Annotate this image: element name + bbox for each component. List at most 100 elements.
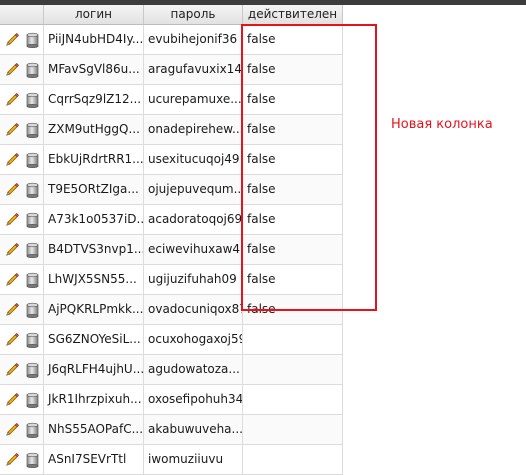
cell-valid[interactable]: false — [243, 145, 343, 174]
cell-valid[interactable]: false — [243, 25, 343, 54]
pencil-icon[interactable] — [2, 385, 22, 414]
cell-login[interactable]: MFavSgVl86u... — [44, 55, 144, 84]
cell-password[interactable]: akabuwuveha... — [144, 415, 243, 444]
pencil-icon[interactable] — [2, 175, 22, 204]
table-row[interactable]: ZXM9utHggQ... onadepirehew... false — [0, 115, 343, 145]
cell-login[interactable]: A73k1o0537iD... — [44, 205, 144, 234]
pencil-icon[interactable] — [2, 25, 22, 54]
cell-valid[interactable] — [243, 355, 343, 384]
pencil-icon[interactable] — [2, 355, 22, 384]
database-delete-icon[interactable] — [22, 55, 42, 84]
cell-valid[interactable]: false — [243, 205, 343, 234]
database-delete-icon[interactable] — [22, 235, 42, 264]
table-row[interactable]: A73k1o0537iD... acadoratoqoj69 false — [0, 205, 343, 235]
table-row[interactable]: LhWJX5SN55... ugijuzifuhah09 false — [0, 265, 343, 295]
cell-password[interactable]: oxosefipohuh34 — [144, 385, 243, 414]
table-row[interactable]: B4DTVS3nvp1... eciwevihuxaw43 false — [0, 235, 343, 265]
cell-login[interactable]: AjPQKRLPmkk... — [44, 295, 144, 324]
database-delete-icon[interactable] — [22, 385, 42, 414]
annotation-new-column: Новая колонка — [391, 117, 493, 132]
cell-valid[interactable]: false — [243, 235, 343, 264]
pencil-icon[interactable] — [2, 235, 22, 264]
cell-login[interactable]: SG6ZNOYeSiL... — [44, 325, 144, 354]
cell-valid[interactable] — [243, 415, 343, 444]
database-delete-icon[interactable] — [22, 355, 42, 384]
pencil-icon[interactable] — [2, 415, 22, 444]
database-delete-icon[interactable] — [22, 325, 42, 354]
header-password[interactable]: пароль — [144, 5, 243, 24]
table-row[interactable]: NhS55AOPafC... akabuwuveha... — [0, 415, 343, 445]
cell-login[interactable]: JkR1Ihrzpixuh... — [44, 385, 144, 414]
cell-valid[interactable]: false — [243, 175, 343, 204]
cell-password[interactable]: ocuxohogaxoj59 — [144, 325, 243, 354]
row-actions — [0, 355, 44, 384]
table-row[interactable]: EbkUjRdrtRR1... usexitucuqoj49 false — [0, 145, 343, 175]
pencil-icon[interactable] — [2, 55, 22, 84]
cell-password[interactable]: onadepirehew... — [144, 115, 243, 144]
cell-valid[interactable] — [243, 325, 343, 354]
database-delete-icon[interactable] — [22, 205, 42, 234]
pencil-icon[interactable] — [2, 115, 22, 144]
cell-password[interactable]: eciwevihuxaw43 — [144, 235, 243, 264]
table-row[interactable]: J6qRLFH4ujhU... agudowatoza... — [0, 355, 343, 385]
table-row[interactable]: PiiJN4ubHD4Iy... evubihejonif36 false — [0, 25, 343, 55]
cell-password[interactable]: ugijuzifuhah09 — [144, 265, 243, 294]
row-actions — [0, 25, 44, 54]
cell-login[interactable]: J6qRLFH4ujhU... — [44, 355, 144, 384]
pencil-icon[interactable] — [2, 85, 22, 114]
table-row[interactable]: SG6ZNOYeSiL... ocuxohogaxoj59 — [0, 325, 343, 355]
cell-valid[interactable]: false — [243, 85, 343, 114]
cell-login[interactable]: ZXM9utHggQ... — [44, 115, 144, 144]
cell-valid[interactable] — [243, 385, 343, 414]
cell-password[interactable]: acadoratoqoj69 — [144, 205, 243, 234]
database-delete-icon[interactable] — [22, 295, 42, 324]
cell-login[interactable]: B4DTVS3nvp1... — [44, 235, 144, 264]
row-actions — [0, 145, 44, 174]
table-row[interactable]: JkR1Ihrzpixuh... oxosefipohuh34 — [0, 385, 343, 415]
cell-valid[interactable]: false — [243, 295, 343, 324]
cell-password[interactable]: aragufavuxix14 — [144, 55, 243, 84]
row-actions — [0, 385, 44, 414]
row-actions — [0, 325, 44, 354]
row-actions — [0, 55, 44, 84]
cell-password[interactable]: usexitucuqoj49 — [144, 145, 243, 174]
table-row[interactable]: CqrrSqz9lZ12... ucurepamuxe... false — [0, 85, 343, 115]
database-delete-icon[interactable] — [22, 175, 42, 204]
database-delete-icon[interactable] — [22, 85, 42, 114]
pencil-icon[interactable] — [2, 295, 22, 324]
pencil-icon[interactable] — [2, 205, 22, 234]
table-row[interactable]: AjPQKRLPmkk... ovadocuniqox87 false — [0, 295, 343, 325]
cell-valid[interactable]: false — [243, 55, 343, 84]
row-actions — [0, 205, 44, 234]
pencil-icon[interactable] — [2, 145, 22, 174]
cell-password[interactable]: agudowatoza... — [144, 355, 243, 384]
database-delete-icon[interactable] — [22, 265, 42, 294]
row-actions — [0, 115, 44, 144]
cell-login[interactable]: EbkUjRdrtRR1... — [44, 145, 144, 174]
pencil-icon[interactable] — [2, 265, 22, 294]
cell-password[interactable]: evubihejonif36 — [144, 25, 243, 54]
cell-login[interactable]: CqrrSqz9lZ12... — [44, 85, 144, 114]
cell-password[interactable]: ovadocuniqox87 — [144, 295, 243, 324]
database-delete-icon[interactable] — [22, 415, 42, 444]
cell-login[interactable]: T9E5ORtZIga... — [44, 175, 144, 204]
cell-password[interactable]: ucurepamuxe... — [144, 85, 243, 114]
header-valid[interactable]: действителен — [243, 5, 343, 24]
cell-login[interactable]: PiiJN4ubHD4Iy... — [44, 25, 144, 54]
header-login[interactable]: логин — [44, 5, 144, 24]
grid-header: логин пароль действителен — [0, 5, 343, 25]
table-row[interactable]: ASnI7SEVrTtl iwomuziiuvu — [0, 445, 343, 475]
cell-login[interactable]: LhWJX5SN55... — [44, 265, 144, 294]
header-actions-cell — [0, 5, 44, 24]
row-actions — [0, 85, 44, 114]
cell-login[interactable]: NhS55AOPafC... — [44, 415, 144, 444]
table-row[interactable]: T9E5ORtZIga... ojujepuvequm... false — [0, 175, 343, 205]
database-delete-icon[interactable] — [22, 25, 42, 54]
cell-valid[interactable]: false — [243, 265, 343, 294]
cell-password[interactable]: ojujepuvequm... — [144, 175, 243, 204]
pencil-icon[interactable] — [2, 325, 22, 354]
database-delete-icon[interactable] — [22, 115, 42, 144]
cell-valid[interactable]: false — [243, 115, 343, 144]
database-delete-icon[interactable] — [22, 145, 42, 174]
table-row[interactable]: MFavSgVl86u... aragufavuxix14 false — [0, 55, 343, 85]
